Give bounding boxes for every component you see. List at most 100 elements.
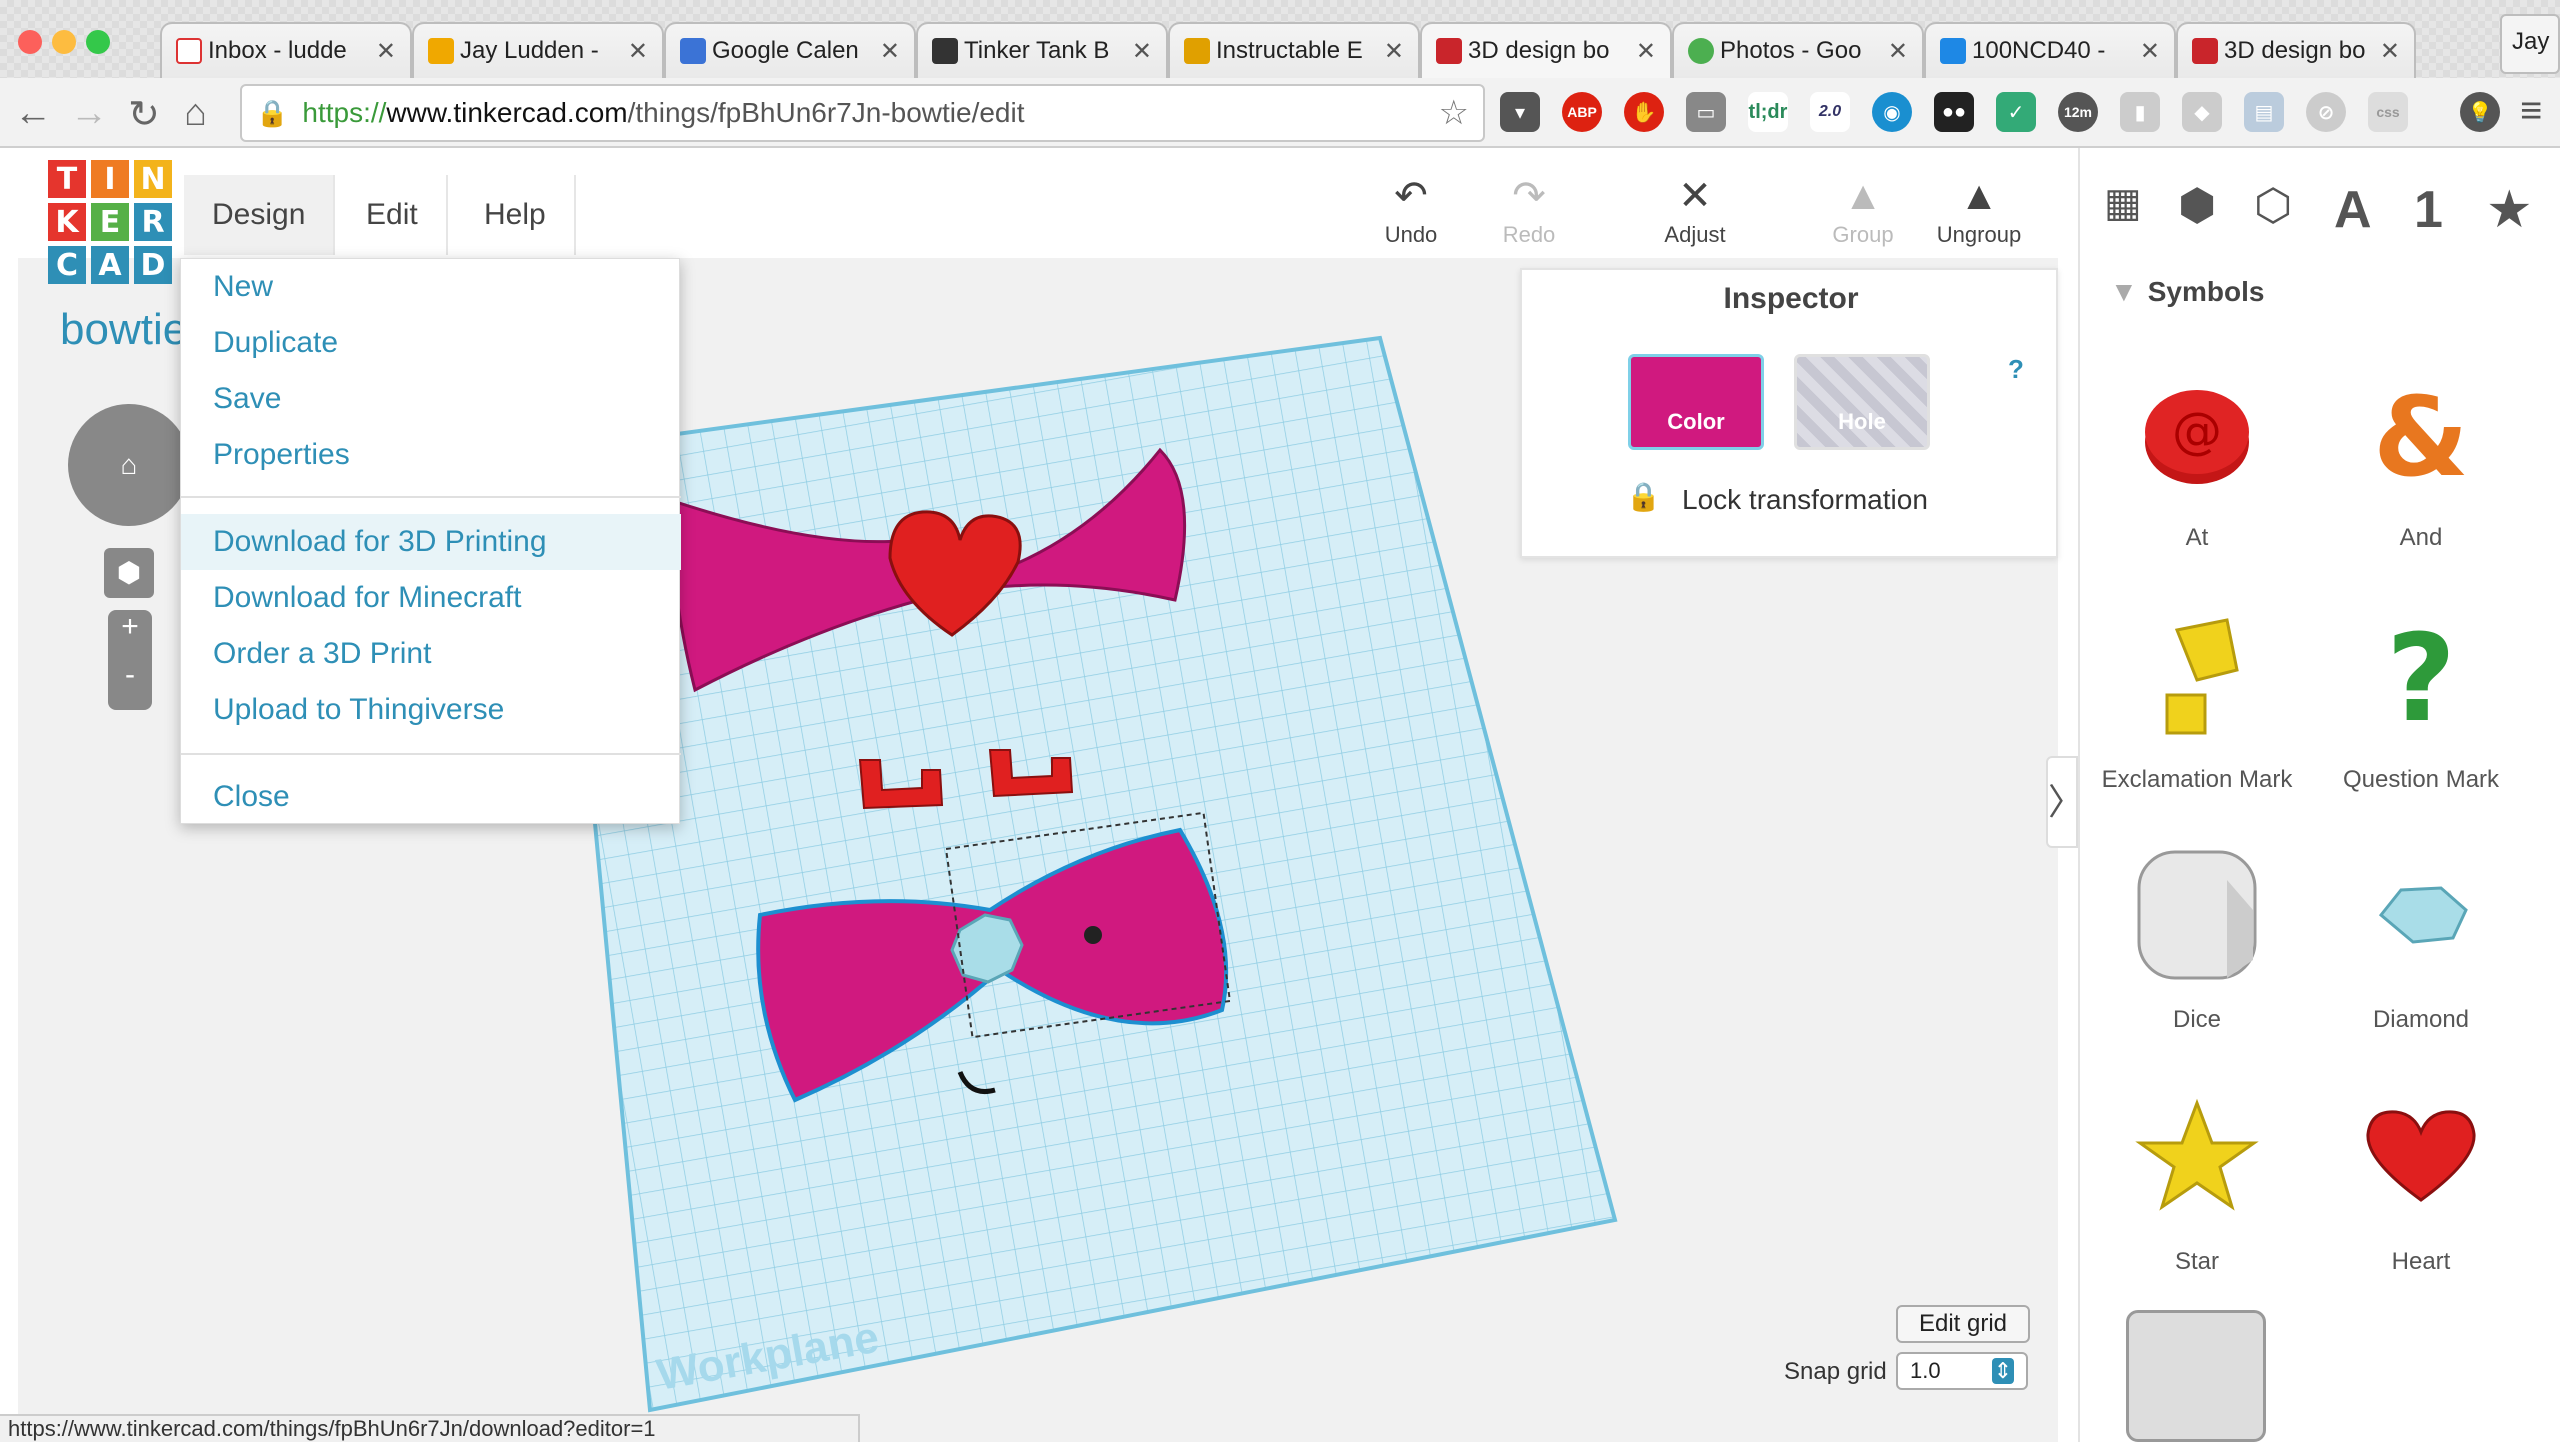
wireframe-box-icon[interactable]: ⬡ bbox=[2254, 180, 2292, 231]
tinkercad-icon bbox=[1436, 38, 1462, 64]
profile-button[interactable]: Jay bbox=[2500, 14, 2560, 74]
close-tab-icon[interactable]: ✕ bbox=[1132, 37, 1152, 66]
timer-icon[interactable]: 12m bbox=[2058, 92, 2098, 132]
css-icon[interactable]: css bbox=[2368, 92, 2408, 132]
chevron-right-icon[interactable]: 〉 bbox=[2046, 756, 2084, 848]
heart-shape-thumb[interactable] bbox=[2346, 1080, 2496, 1230]
lightbulb-icon[interactable]: 💡 bbox=[2460, 92, 2500, 132]
tinkercad-logo[interactable]: T I N K E R C A D bbox=[48, 160, 172, 284]
hand-stop-icon[interactable]: ✋ bbox=[1624, 92, 1664, 132]
snap-grid-select[interactable]: 1.0 ⇕ bbox=[1896, 1352, 2028, 1390]
workplane-scene[interactable]: Workplane bbox=[560, 330, 1620, 1420]
docs-icon[interactable]: ▤ bbox=[2244, 92, 2284, 132]
svg-text:@: @ bbox=[2172, 402, 2222, 460]
question-mark-shape[interactable]: ? bbox=[2346, 600, 2496, 750]
browser-tab[interactable]: Instructable E ✕ bbox=[1168, 22, 1420, 78]
menu-item-duplicate[interactable]: Duplicate bbox=[181, 315, 681, 371]
status-bar-url: https://www.tinkercad.com/things/fpBhUn6… bbox=[0, 1414, 860, 1442]
undo-button[interactable]: ↶ Undo bbox=[1356, 170, 1466, 248]
menu-item-upload-thingiverse[interactable]: Upload to Thingiverse bbox=[181, 682, 681, 738]
glasses-icon[interactable]: ●● bbox=[1934, 92, 1974, 132]
browser-tab[interactable]: Jay Ludden - ✕ bbox=[412, 22, 664, 78]
orbit-control[interactable]: ⌂ bbox=[68, 404, 190, 526]
forward-arrow-icon[interactable]: → bbox=[70, 92, 108, 135]
close-tab-icon[interactable]: ✕ bbox=[376, 37, 396, 66]
menu-edit[interactable]: Edit bbox=[338, 175, 448, 255]
menu-item-download-minecraft[interactable]: Download for Minecraft bbox=[181, 570, 681, 626]
close-tab-icon[interactable]: ✕ bbox=[628, 37, 648, 66]
reload-icon[interactable]: ↻ bbox=[128, 92, 160, 137]
close-tab-icon[interactable]: ✕ bbox=[1384, 37, 1404, 66]
and-shape[interactable]: & bbox=[2346, 360, 2496, 510]
close-tab-icon[interactable]: ✕ bbox=[2140, 37, 2160, 66]
menu-item-save[interactable]: Save bbox=[181, 371, 681, 427]
dice-shape[interactable] bbox=[2122, 840, 2272, 990]
eye-icon[interactable]: ◉ bbox=[1872, 92, 1912, 132]
lock-icon[interactable]: 🔒 bbox=[1626, 480, 1661, 513]
menu-icon[interactable]: ≡ bbox=[2520, 90, 2542, 133]
cast-icon[interactable]: ▭ bbox=[1686, 92, 1726, 132]
minimize-window-button[interactable] bbox=[52, 30, 76, 54]
lock-transformation-label[interactable]: Lock transformation bbox=[1682, 484, 1928, 516]
redo-button[interactable]: ↷ Redo bbox=[1474, 170, 1584, 248]
exclamation-mark-shape[interactable] bbox=[2122, 600, 2272, 750]
browser-tab[interactable]: Inbox - ludde ✕ bbox=[160, 22, 412, 78]
edit-grid-button[interactable]: Edit grid bbox=[1896, 1305, 2030, 1343]
text-shapes-tab[interactable]: A bbox=[2334, 180, 2372, 240]
menu-help[interactable]: Help bbox=[456, 175, 576, 255]
instructables-icon bbox=[1184, 38, 1210, 64]
close-window-button[interactable] bbox=[18, 30, 42, 54]
braille-shape[interactable] bbox=[2126, 1310, 2266, 1442]
home-view-cube-icon[interactable]: ⬢ bbox=[104, 548, 154, 598]
zoom-control[interactable]: + - bbox=[108, 610, 152, 710]
at-shape[interactable]: @ bbox=[2122, 360, 2272, 510]
browser-tab[interactable]: Tinker Tank B ✕ bbox=[916, 22, 1168, 78]
address-bar[interactable]: 🔒 https://www.tinkercad.com/things/fpBhU… bbox=[240, 84, 1485, 142]
pocket-icon[interactable]: ▾ bbox=[1500, 92, 1540, 132]
menu-item-new[interactable]: New bbox=[181, 259, 681, 315]
menu-item-close[interactable]: Close bbox=[181, 769, 681, 825]
checklist-icon[interactable]: ✓ bbox=[1996, 92, 2036, 132]
menu-item-download-3d[interactable]: Download for 3D Printing bbox=[181, 514, 681, 570]
workplane-tool-icon[interactable]: ▦ bbox=[2104, 180, 2142, 226]
browser-tab[interactable]: Photos - Goo ✕ bbox=[1672, 22, 1924, 78]
star-shape[interactable] bbox=[2122, 1080, 2272, 1230]
maximize-window-button[interactable] bbox=[86, 30, 110, 54]
close-tab-icon[interactable]: ✕ bbox=[880, 37, 900, 66]
box-icon[interactable]: ⬢ bbox=[2178, 180, 2216, 231]
menu-design[interactable]: Design bbox=[184, 175, 336, 255]
hole-button[interactable]: Hole bbox=[1794, 354, 1930, 450]
browser-tab-active[interactable]: 3D design bo ✕ bbox=[1420, 22, 1672, 78]
compass-icon[interactable]: ⊘ bbox=[2306, 92, 2346, 132]
adjust-button[interactable]: ✕ Adjust bbox=[1640, 170, 1750, 248]
zoom-out-icon[interactable]: - bbox=[108, 658, 152, 692]
cc-icon[interactable]: 2.0 bbox=[1810, 92, 1850, 132]
zoom-in-icon[interactable]: + bbox=[108, 610, 152, 644]
svg-text:&: & bbox=[2373, 375, 2469, 495]
close-tab-icon[interactable]: ✕ bbox=[2380, 37, 2400, 66]
close-tab-icon[interactable]: ✕ bbox=[1888, 37, 1908, 66]
color-swatch-button[interactable]: Color bbox=[1628, 354, 1764, 450]
ungroup-button[interactable]: ▲ Ungroup bbox=[1924, 170, 2034, 248]
menu-item-properties[interactable]: Properties bbox=[181, 427, 681, 483]
dropbox-icon[interactable]: ◆ bbox=[2182, 92, 2222, 132]
bookmark-star-icon[interactable]: ☆ bbox=[1439, 93, 1469, 133]
adblock-icon[interactable]: ABP bbox=[1562, 92, 1602, 132]
browser-tab[interactable]: 3D design bo ✕ bbox=[2176, 22, 2416, 78]
extension-icon[interactable]: ▮ bbox=[2120, 92, 2160, 132]
drive-icon bbox=[1940, 38, 1966, 64]
symbols-category-header[interactable]: ▼ Symbols bbox=[2110, 276, 2264, 308]
diamond-shape-thumb[interactable] bbox=[2346, 840, 2496, 990]
back-arrow-icon[interactable]: ← bbox=[14, 92, 52, 135]
tldr-icon[interactable]: tl;dr bbox=[1748, 92, 1788, 132]
help-link[interactable]: ? bbox=[2008, 354, 2024, 385]
star-icon[interactable]: ★ bbox=[2486, 180, 2533, 240]
menu-item-order-print[interactable]: Order a 3D Print bbox=[181, 626, 681, 682]
browser-tab[interactable]: Google Calen ✕ bbox=[664, 22, 916, 78]
browser-tab[interactable]: 100NCD40 - ✕ bbox=[1924, 22, 2176, 78]
number-shapes-tab[interactable]: 1 bbox=[2414, 180, 2443, 240]
close-tab-icon[interactable]: ✕ bbox=[1636, 37, 1656, 66]
group-button[interactable]: ▲ Group bbox=[1808, 170, 1918, 248]
design-title[interactable]: bowtie bbox=[60, 305, 187, 355]
home-icon[interactable]: ⌂ bbox=[184, 92, 207, 135]
